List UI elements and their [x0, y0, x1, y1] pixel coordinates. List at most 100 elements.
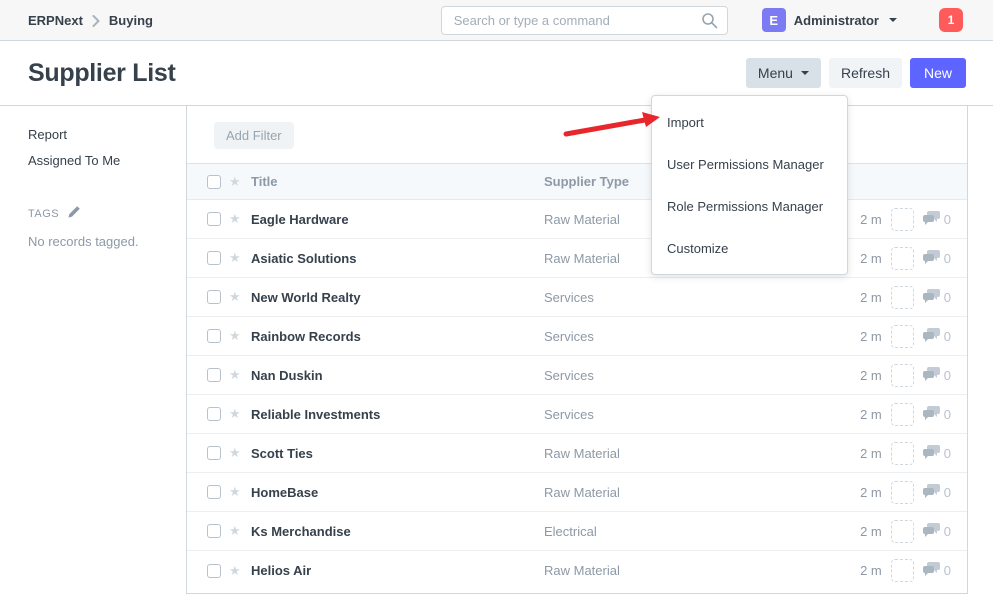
- supplier-type: Raw Material: [544, 485, 859, 500]
- row-checkbox[interactable]: [207, 251, 221, 265]
- row-checkbox[interactable]: [207, 329, 221, 343]
- menu-item-1[interactable]: User Permissions Manager: [652, 143, 847, 185]
- menu-item-0[interactable]: Import: [652, 101, 847, 143]
- search-input[interactable]: [441, 6, 728, 35]
- search-icon: [701, 12, 718, 34]
- supplier-title-link[interactable]: Nan Duskin: [251, 368, 544, 383]
- menu-item-3[interactable]: Customize: [652, 227, 847, 269]
- row-checkbox[interactable]: [207, 368, 221, 382]
- comment-count: 0: [923, 289, 951, 306]
- page-title: Supplier List: [28, 59, 176, 88]
- breadcrumb-app[interactable]: ERPNext: [28, 13, 83, 28]
- comment-count: 0: [923, 367, 951, 384]
- table-row[interactable]: ★ Asiatic Solutions Raw Material 2 m 0: [187, 239, 967, 278]
- comment-count: 0: [923, 562, 951, 579]
- table-row[interactable]: ★ Helios Air Raw Material 2 m 0: [187, 551, 967, 590]
- table-row[interactable]: ★ Ks Merchandise Electrical 2 m 0: [187, 512, 967, 551]
- breadcrumb-module[interactable]: Buying: [109, 13, 153, 28]
- assignment-placeholder: [891, 442, 914, 465]
- add-filter-button[interactable]: Add Filter: [214, 122, 294, 149]
- menu-item-2[interactable]: Role Permissions Manager: [652, 185, 847, 227]
- row-meta: 2 m 0: [859, 559, 951, 582]
- comment-count-value: 0: [944, 329, 951, 344]
- modified-timestamp: 2 m: [860, 485, 882, 500]
- supplier-type: Services: [544, 368, 859, 383]
- edit-pencil-icon[interactable]: [67, 205, 81, 222]
- row-checkbox[interactable]: [207, 407, 221, 421]
- assignment-placeholder: [891, 481, 914, 504]
- modified-timestamp: 2 m: [860, 563, 882, 578]
- supplier-title-link[interactable]: Reliable Investments: [251, 407, 544, 422]
- supplier-title-link[interactable]: Ks Merchandise: [251, 524, 544, 539]
- row-checkbox[interactable]: [207, 446, 221, 460]
- supplier-list: Add Filter ★ Title Supplier Type ★ Eagle…: [186, 106, 968, 594]
- row-checkbox[interactable]: [207, 290, 221, 304]
- new-button[interactable]: New: [910, 58, 966, 88]
- column-header-title[interactable]: Title: [251, 174, 544, 189]
- star-icon[interactable]: ★: [229, 328, 251, 344]
- comment-count-value: 0: [944, 368, 951, 383]
- row-checkbox[interactable]: [207, 485, 221, 499]
- comment-count-value: 0: [944, 212, 951, 227]
- comment-count: 0: [923, 250, 951, 267]
- select-all-checkbox[interactable]: [207, 175, 221, 189]
- notification-badge[interactable]: 1: [939, 8, 963, 32]
- supplier-title-link[interactable]: Scott Ties: [251, 446, 544, 461]
- star-icon[interactable]: ★: [229, 484, 251, 500]
- row-meta: 2 m 0: [859, 208, 951, 231]
- table-row[interactable]: ★ Reliable Investments Services 2 m 0: [187, 395, 967, 434]
- comment-count-value: 0: [944, 563, 951, 578]
- comment-bubbles-icon: [923, 289, 940, 306]
- supplier-type: Services: [544, 407, 859, 422]
- star-icon: ★: [229, 174, 251, 190]
- supplier-title-link[interactable]: Asiatic Solutions: [251, 251, 544, 266]
- modified-timestamp: 2 m: [860, 407, 882, 422]
- row-checkbox[interactable]: [207, 524, 221, 538]
- table-row[interactable]: ★ Nan Duskin Services 2 m 0: [187, 356, 967, 395]
- sidebar-item-report[interactable]: Report: [28, 126, 171, 143]
- comment-count-value: 0: [944, 446, 951, 461]
- supplier-title-link[interactable]: New World Realty: [251, 290, 544, 305]
- breadcrumb: ERPNext Buying: [28, 13, 153, 28]
- supplier-title-link[interactable]: HomeBase: [251, 485, 544, 500]
- assignment-placeholder: [891, 325, 914, 348]
- table-row[interactable]: ★ HomeBase Raw Material 2 m 0: [187, 473, 967, 512]
- top-navbar: ERPNext Buying E Administrator 1: [0, 0, 993, 41]
- supplier-type: Services: [544, 290, 859, 305]
- refresh-button[interactable]: Refresh: [829, 58, 902, 88]
- row-checkbox[interactable]: [207, 212, 221, 226]
- star-icon[interactable]: ★: [229, 289, 251, 305]
- menu-button[interactable]: Menu: [746, 58, 821, 88]
- row-checkbox[interactable]: [207, 564, 221, 578]
- row-meta: 2 m 0: [859, 286, 951, 309]
- assignment-placeholder: [891, 403, 914, 426]
- star-icon[interactable]: ★: [229, 250, 251, 266]
- star-icon[interactable]: ★: [229, 563, 251, 579]
- modified-timestamp: 2 m: [860, 524, 882, 539]
- table-row[interactable]: ★ New World Realty Services 2 m 0: [187, 278, 967, 317]
- supplier-title-link[interactable]: Eagle Hardware: [251, 212, 544, 227]
- star-icon[interactable]: ★: [229, 445, 251, 461]
- comment-count-value: 0: [944, 485, 951, 500]
- assignment-placeholder: [891, 208, 914, 231]
- list-rows: ★ Eagle Hardware Raw Material 2 m 0 ★ As…: [187, 200, 967, 590]
- star-icon[interactable]: ★: [229, 211, 251, 227]
- table-row[interactable]: ★ Eagle Hardware Raw Material 2 m 0: [187, 200, 967, 239]
- sidebar-item-assigned-to-me[interactable]: Assigned To Me: [28, 152, 171, 169]
- supplier-type: Services: [544, 329, 859, 344]
- star-icon[interactable]: ★: [229, 523, 251, 539]
- star-icon[interactable]: ★: [229, 367, 251, 383]
- comment-bubbles-icon: [923, 445, 940, 462]
- supplier-title-link[interactable]: Helios Air: [251, 563, 544, 578]
- table-row[interactable]: ★ Rainbow Records Services 2 m 0: [187, 317, 967, 356]
- row-meta: 2 m 0: [859, 442, 951, 465]
- star-icon[interactable]: ★: [229, 406, 251, 422]
- supplier-title-link[interactable]: Rainbow Records: [251, 329, 544, 344]
- menu-dropdown: ImportUser Permissions ManagerRole Permi…: [651, 95, 848, 275]
- tags-label: TAGS: [28, 208, 59, 220]
- assignment-placeholder: [891, 364, 914, 387]
- user-menu[interactable]: E Administrator: [762, 8, 897, 32]
- row-meta: 2 m 0: [859, 325, 951, 348]
- row-meta: 2 m 0: [859, 520, 951, 543]
- table-row[interactable]: ★ Scott Ties Raw Material 2 m 0: [187, 434, 967, 473]
